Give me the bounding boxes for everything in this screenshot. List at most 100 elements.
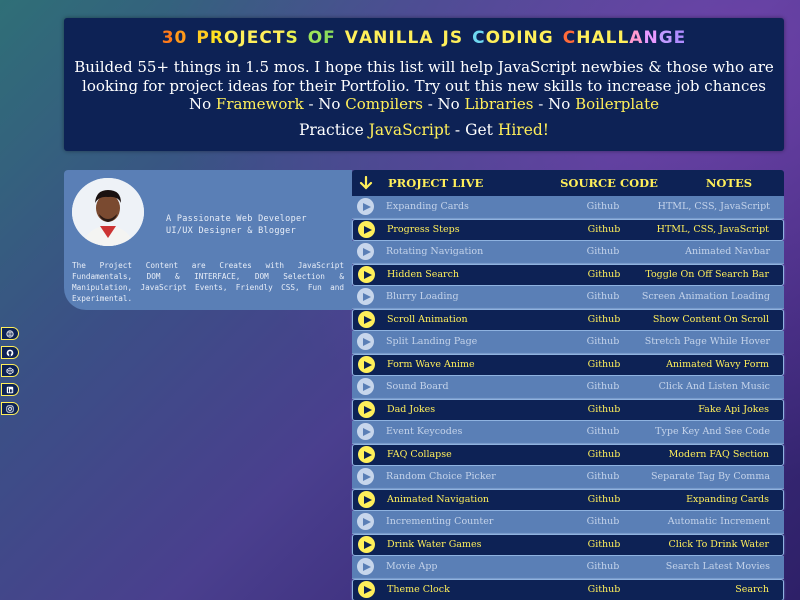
table-row: Animated Navigation Github Expanding Cards — [352, 488, 784, 511]
table-row: Split Landing Page Github Stretch Page Whi… — [352, 331, 784, 354]
project-live-link[interactable]: Movie App — [379, 561, 542, 572]
play-icon[interactable] — [357, 198, 374, 216]
social-github-button[interactable] — [1, 346, 19, 359]
avatar — [72, 178, 144, 246]
project-live-link[interactable]: Expanding Cards — [379, 201, 542, 212]
social-codepen-button[interactable] — [1, 364, 19, 377]
play-icon[interactable] — [358, 401, 375, 419]
globe-icon — [6, 329, 14, 338]
project-note: Fake Api Jokes — [698, 404, 769, 416]
source-code-link[interactable]: Github — [573, 314, 635, 325]
source-code-link[interactable]: Github — [573, 584, 635, 595]
source-code-link[interactable]: Github — [572, 426, 634, 437]
project-live-link[interactable]: Blurry Loading — [379, 291, 542, 302]
instagram-icon — [6, 404, 14, 413]
project-note: Animated Navbar — [685, 246, 770, 258]
play-icon[interactable] — [358, 446, 375, 464]
play-icon[interactable] — [357, 378, 374, 396]
table-body: Expanding Cards Github HTML, CSS, JavaScri… — [352, 196, 784, 600]
project-note: HTML, CSS, JavaScript — [656, 224, 769, 236]
social-linkedin-button[interactable] — [1, 383, 19, 396]
project-live-link[interactable]: Animated Navigation — [380, 494, 543, 505]
title-letter: D — [501, 28, 517, 48]
hired-label: Hired! — [497, 121, 550, 139]
project-live-link[interactable]: Sound Board — [379, 381, 542, 392]
project-live-link[interactable]: Split Landing Page — [379, 336, 542, 347]
title-letter: S — [285, 28, 299, 48]
profile-tagline: A Passionate Web Developer UI/UX Designe… — [166, 214, 307, 236]
project-note: Expanding Cards — [686, 494, 769, 506]
project-live-link[interactable]: Drink Water Games — [380, 539, 543, 550]
title-letter: A — [629, 28, 644, 48]
title-letter: E — [673, 28, 687, 48]
title-letter: 0 — [174, 28, 188, 48]
play-icon[interactable] — [358, 221, 375, 239]
play-icon[interactable] — [357, 243, 374, 261]
table-row: FAQ Collapse Github Modern FAQ Section — [352, 443, 784, 466]
javascript-label: JavaScript — [368, 121, 450, 139]
project-note: Type Key And See Code — [655, 426, 770, 438]
page-title: 30 PROJECTS OF VANILLA JS CODING CHALLAN… — [64, 28, 784, 48]
source-code-link[interactable]: Github — [573, 404, 635, 415]
source-code-link[interactable]: Github — [572, 381, 634, 392]
title-letter: R — [209, 28, 224, 48]
play-icon[interactable] — [358, 581, 375, 599]
play-icon[interactable] — [357, 513, 374, 531]
profile-about: The Project Content are Creates with Jav… — [72, 261, 344, 303]
project-live-link[interactable]: Random Choice Picker — [379, 471, 542, 482]
source-code-link[interactable]: Github — [572, 246, 634, 257]
source-code-link[interactable]: Github — [573, 494, 635, 505]
table-row: Hidden Search Github Toggle On Off Search … — [352, 263, 784, 286]
project-live-link[interactable]: Event Keycodes — [379, 426, 542, 437]
source-code-link[interactable]: Github — [573, 224, 635, 235]
source-code-link[interactable]: Github — [572, 201, 634, 212]
project-live-link[interactable]: Incrementing Counter — [379, 516, 542, 527]
hero-description-line2: looking for project ideas for their Port… — [82, 76, 766, 95]
table-row: Incrementing Counter Github Automatic Incr… — [352, 511, 784, 534]
play-icon[interactable] — [358, 536, 375, 554]
project-live-link[interactable]: Scroll Animation — [380, 314, 543, 325]
project-live-link[interactable]: Rotating Navigation — [379, 246, 542, 257]
play-icon[interactable] — [358, 491, 375, 509]
play-icon[interactable] — [357, 333, 374, 351]
practice-label: Practice — [298, 121, 364, 139]
table-row: Event Keycodes Github Type Key And See Cod… — [352, 421, 784, 444]
social-instagram-button[interactable] — [1, 402, 19, 415]
play-icon[interactable] — [357, 288, 374, 306]
source-code-link[interactable]: Github — [572, 336, 634, 347]
source-code-link[interactable]: Github — [573, 539, 635, 550]
play-icon[interactable] — [358, 266, 375, 284]
title-letter: S — [449, 28, 464, 48]
source-code-link[interactable]: Github — [572, 291, 634, 302]
hero-description-line1: Builded 55+ things in 1.5 mos. I hope th… — [74, 58, 774, 76]
play-icon[interactable] — [357, 468, 374, 486]
project-live-link[interactable]: Form Wave Anime — [380, 359, 543, 370]
social-globe-button[interactable] — [1, 327, 19, 340]
title-letter: I — [516, 28, 524, 48]
project-note: HTML, CSS, JavaScript — [657, 201, 770, 213]
play-icon[interactable] — [358, 356, 375, 374]
title-letter: J — [239, 28, 247, 48]
project-live-link[interactable]: FAQ Collapse — [380, 449, 543, 460]
source-code-link[interactable]: Github — [573, 269, 635, 280]
source-code-link[interactable]: Github — [572, 516, 634, 527]
source-code-link[interactable]: Github — [572, 561, 634, 572]
table-row: Form Wave Anime Github Animated Wavy Form — [352, 353, 784, 376]
project-live-link[interactable]: Hidden Search — [380, 269, 543, 280]
title-letter: P — [196, 28, 210, 48]
source-code-link[interactable]: Github — [572, 471, 634, 482]
project-note: Search — [735, 584, 769, 596]
project-note: Toggle On Off Search Bar — [645, 269, 769, 281]
table-row: Sound Board Github Click And Listen Music — [352, 376, 784, 399]
source-code-link[interactable]: Github — [573, 359, 635, 370]
project-live-link[interactable]: Progress Steps — [380, 224, 543, 235]
libraries-label: Libraries — [464, 95, 534, 113]
project-live-link[interactable]: Theme Clock — [380, 584, 543, 595]
play-icon[interactable] — [357, 558, 374, 576]
project-live-link[interactable]: Dad Jokes — [380, 404, 543, 415]
play-icon[interactable] — [358, 311, 375, 329]
play-icon[interactable] — [357, 423, 374, 441]
source-code-link[interactable]: Github — [573, 449, 635, 460]
table-row: Blurry Loading Github Screen Animation Loa… — [352, 286, 784, 309]
header-project-live: PROJECT LIVE — [388, 176, 484, 190]
